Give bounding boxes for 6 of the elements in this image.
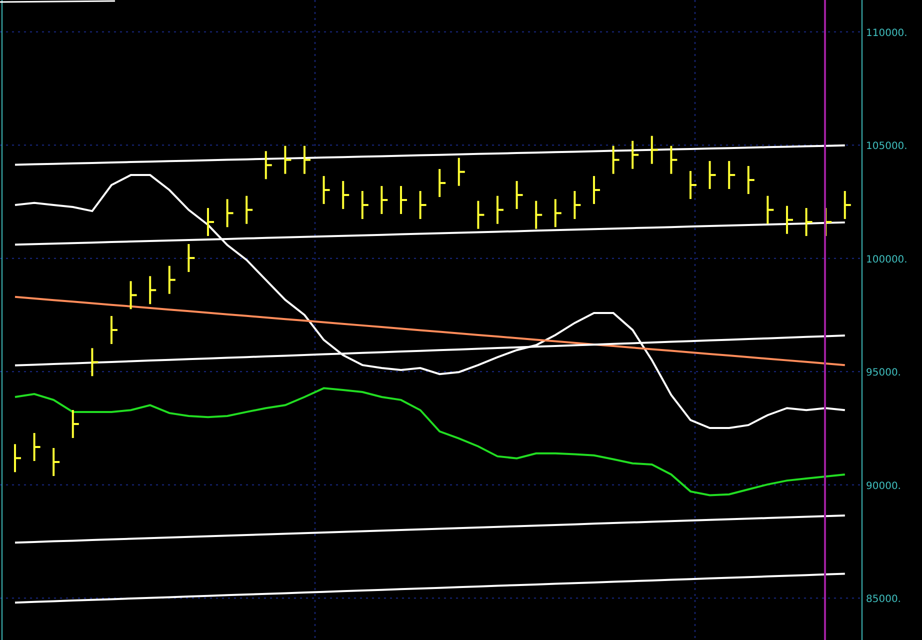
axis-label: 95000. bbox=[866, 368, 901, 379]
axis-label: 90000. bbox=[866, 480, 901, 492]
axis-label: 100000. bbox=[866, 254, 908, 266]
axis-label: 110000. bbox=[866, 28, 908, 39]
axis-label: 105000. bbox=[866, 141, 908, 152]
axis-label: 85000. bbox=[866, 594, 901, 606]
